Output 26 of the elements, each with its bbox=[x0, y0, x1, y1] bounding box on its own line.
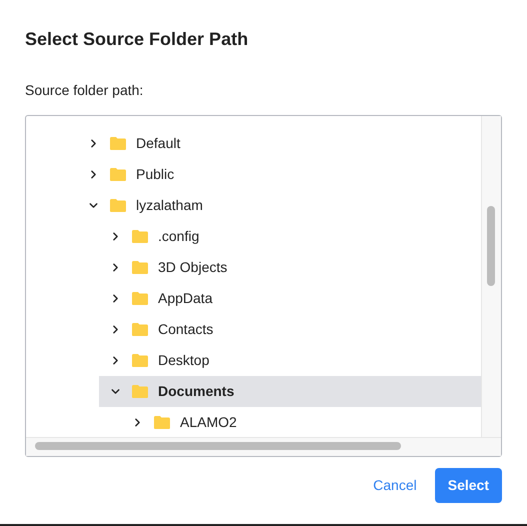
folder-icon bbox=[131, 353, 149, 368]
cancel-link[interactable]: Cancel bbox=[371, 475, 419, 496]
tree-item[interactable]: Public bbox=[77, 159, 481, 190]
folder-icon bbox=[109, 198, 127, 213]
folder-icon bbox=[131, 260, 149, 275]
folder-icon bbox=[131, 384, 149, 399]
tree-item[interactable]: .config bbox=[99, 221, 481, 252]
tree-item[interactable]: 3D Objects bbox=[99, 252, 481, 283]
tree-item[interactable]: lyzalatham bbox=[77, 190, 481, 221]
folder-icon bbox=[153, 415, 171, 430]
tree-item[interactable]: Contacts bbox=[99, 314, 481, 345]
vertical-scrollbar[interactable] bbox=[481, 116, 501, 437]
folder-icon bbox=[131, 229, 149, 244]
tree-item[interactable]: Default bbox=[77, 128, 481, 159]
folder-icon bbox=[131, 291, 149, 306]
tree-item[interactable]: Documents bbox=[99, 376, 481, 407]
folder-icon bbox=[109, 167, 127, 182]
tree-item[interactable]: AppData bbox=[99, 283, 481, 314]
dialog-title: Select Source Folder Path bbox=[25, 28, 250, 51]
folder-icon bbox=[109, 136, 127, 151]
folder-icon bbox=[131, 322, 149, 337]
select-button[interactable]: Select bbox=[434, 468, 502, 503]
tree-item[interactable]: ALAMO2 bbox=[121, 407, 481, 437]
horizontal-scrollbar[interactable] bbox=[26, 437, 501, 456]
field-label: Source folder path: bbox=[25, 81, 144, 100]
tree-item[interactable]: Desktop bbox=[99, 345, 481, 376]
